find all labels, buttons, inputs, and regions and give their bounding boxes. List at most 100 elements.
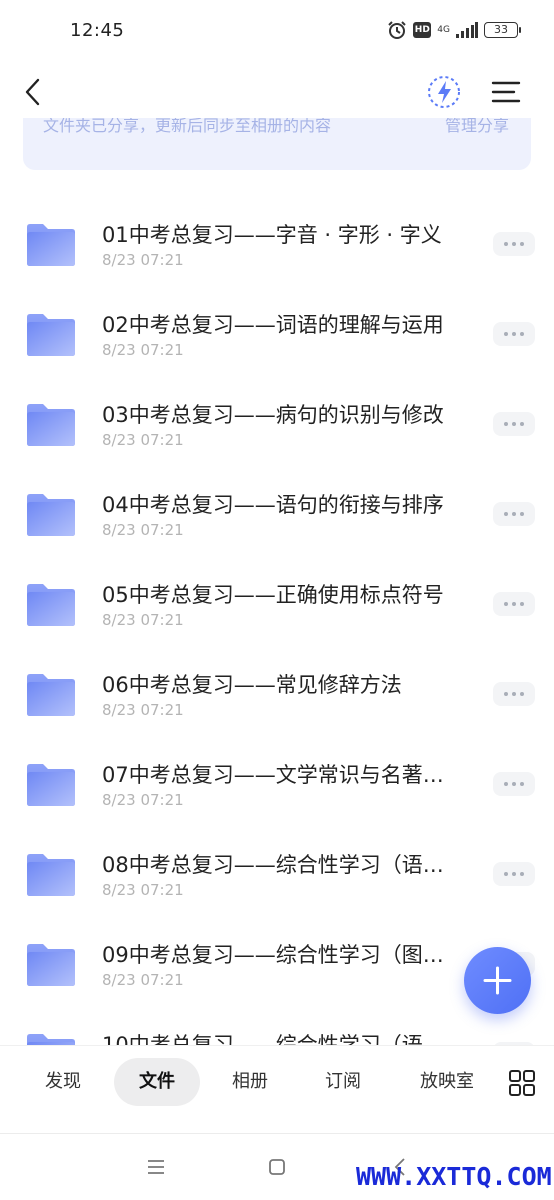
more-dot bbox=[520, 242, 524, 246]
status-icons: HD 4G 33 bbox=[387, 20, 521, 40]
grid-icon[interactable] bbox=[509, 1070, 535, 1096]
more-dot bbox=[504, 872, 508, 876]
more-button[interactable] bbox=[493, 232, 535, 256]
more-dot bbox=[504, 692, 508, 696]
folder-icon bbox=[25, 1033, 77, 1045]
file-date: 8/23 07:21 bbox=[102, 251, 184, 269]
top-bar bbox=[0, 64, 554, 120]
file-date: 8/23 07:21 bbox=[102, 881, 184, 899]
file-name: 09中考总复习——综合性学习（图… bbox=[102, 943, 444, 967]
tab-files[interactable]: 文件 bbox=[114, 1058, 200, 1106]
tab-theater[interactable]: 放映室 bbox=[408, 1058, 486, 1106]
file-name: 07中考总复习——文学常识与名著… bbox=[102, 763, 444, 787]
more-dot bbox=[520, 422, 524, 426]
file-date: 8/23 07:21 bbox=[102, 971, 184, 989]
more-button[interactable] bbox=[493, 412, 535, 436]
more-dot bbox=[512, 422, 516, 426]
more-dot bbox=[504, 422, 508, 426]
file-list: 01中考总复习——字音 · 字形 · 字义 8/23 07:21 02中考总复习——… bbox=[0, 185, 554, 1045]
back-button[interactable] bbox=[16, 74, 52, 110]
share-banner[interactable]: 文件夹已分享，更新后同步至相册的内容 管理分享 bbox=[23, 118, 531, 170]
menu-icon bbox=[491, 81, 521, 103]
file-name: 08中考总复习——综合性学习（语… bbox=[102, 853, 444, 877]
more-dot bbox=[504, 512, 508, 516]
add-button[interactable] bbox=[464, 947, 531, 1014]
tab-subscribe[interactable]: 订阅 bbox=[308, 1058, 378, 1106]
file-date: 8/23 07:21 bbox=[102, 791, 184, 809]
hd-icon: HD bbox=[413, 22, 432, 38]
folder-icon bbox=[25, 313, 77, 357]
more-button[interactable] bbox=[493, 502, 535, 526]
menu-button[interactable] bbox=[488, 74, 524, 110]
file-row[interactable]: 03中考总复习——病句的识别与修改 8/23 07:21 bbox=[0, 365, 554, 455]
file-name: 06中考总复习——常见修辞方法 bbox=[102, 673, 402, 697]
more-dot bbox=[512, 872, 516, 876]
folder-icon bbox=[25, 223, 77, 267]
more-dot bbox=[520, 332, 524, 336]
file-date: 8/23 07:21 bbox=[102, 521, 184, 539]
signal-icon bbox=[456, 22, 478, 38]
alarm-icon bbox=[387, 20, 407, 40]
manage-share-link[interactable]: 管理分享 bbox=[445, 118, 509, 136]
status-time: 12:45 bbox=[70, 20, 125, 41]
file-name: 03中考总复习——病句的识别与修改 bbox=[102, 403, 444, 427]
file-date: 8/23 07:21 bbox=[102, 611, 184, 629]
more-dot bbox=[520, 512, 524, 516]
more-button[interactable] bbox=[493, 592, 535, 616]
folder-icon bbox=[25, 763, 77, 807]
home-button[interactable] bbox=[266, 1156, 288, 1178]
banner-text: 文件夹已分享，更新后同步至相册的内容 bbox=[43, 118, 332, 135]
file-name: 02中考总复习——词语的理解与运用 bbox=[102, 313, 444, 337]
folder-icon bbox=[25, 673, 77, 717]
more-dot bbox=[512, 602, 516, 606]
more-dot bbox=[520, 782, 524, 786]
home-icon bbox=[269, 1159, 285, 1175]
back-arrow-icon bbox=[25, 78, 40, 106]
file-name: 05中考总复习——正确使用标点符号 bbox=[102, 583, 444, 607]
status-bar: 12:45 HD 4G 33 bbox=[0, 0, 554, 64]
battery-indicator: 33 bbox=[484, 22, 521, 38]
file-row[interactable]: 07中考总复习——文学常识与名著… 8/23 07:21 bbox=[0, 725, 554, 815]
file-name: 01中考总复习——字音 · 字形 · 字义 bbox=[102, 223, 442, 247]
file-row[interactable]: 02中考总复习——词语的理解与运用 8/23 07:21 bbox=[0, 275, 554, 365]
more-dot bbox=[504, 782, 508, 786]
more-button[interactable] bbox=[493, 682, 535, 706]
more-dot bbox=[512, 332, 516, 336]
more-dot bbox=[504, 242, 508, 246]
tab-discover[interactable]: 发现 bbox=[28, 1058, 98, 1106]
more-dot bbox=[520, 872, 524, 876]
more-button[interactable] bbox=[493, 772, 535, 796]
folder-icon bbox=[25, 943, 77, 987]
file-date: 8/23 07:21 bbox=[102, 431, 184, 449]
file-date: 8/23 07:21 bbox=[102, 341, 184, 359]
flash-icon bbox=[428, 76, 460, 108]
more-dot bbox=[520, 692, 524, 696]
file-name: 10中考总复习——综合性学习（语… bbox=[102, 1033, 444, 1045]
plus-icon bbox=[483, 966, 512, 995]
flash-button[interactable] bbox=[425, 73, 463, 111]
more-dot bbox=[512, 242, 516, 246]
file-row[interactable]: 08中考总复习——综合性学习（语… 8/23 07:21 bbox=[0, 815, 554, 905]
folder-icon bbox=[25, 583, 77, 627]
file-row[interactable]: 06中考总复习——常见修辞方法 8/23 07:21 bbox=[0, 635, 554, 725]
file-row[interactable]: 01中考总复习——字音 · 字形 · 字义 8/23 07:21 bbox=[0, 185, 554, 275]
more-dot bbox=[520, 602, 524, 606]
folder-icon bbox=[25, 403, 77, 447]
file-row[interactable]: 05中考总复习——正确使用标点符号 8/23 07:21 bbox=[0, 545, 554, 635]
more-dot bbox=[512, 512, 516, 516]
file-row[interactable]: 04中考总复习——语句的衔接与排序 8/23 07:21 bbox=[0, 455, 554, 545]
more-button[interactable] bbox=[493, 322, 535, 346]
more-dot bbox=[512, 692, 516, 696]
bottom-nav: 发现 文件 相册 订阅 放映室 bbox=[0, 1045, 554, 1133]
more-button[interactable] bbox=[493, 862, 535, 886]
tab-album[interactable]: 相册 bbox=[215, 1058, 285, 1106]
more-dot bbox=[504, 602, 508, 606]
more-dot bbox=[504, 332, 508, 336]
more-dot bbox=[512, 782, 516, 786]
file-name: 04中考总复习——语句的衔接与排序 bbox=[102, 493, 444, 517]
file-date: 8/23 07:21 bbox=[102, 701, 184, 719]
folder-icon bbox=[25, 853, 77, 897]
recents-button[interactable] bbox=[145, 1156, 167, 1178]
recents-icon bbox=[148, 1160, 164, 1174]
folder-icon bbox=[25, 493, 77, 537]
